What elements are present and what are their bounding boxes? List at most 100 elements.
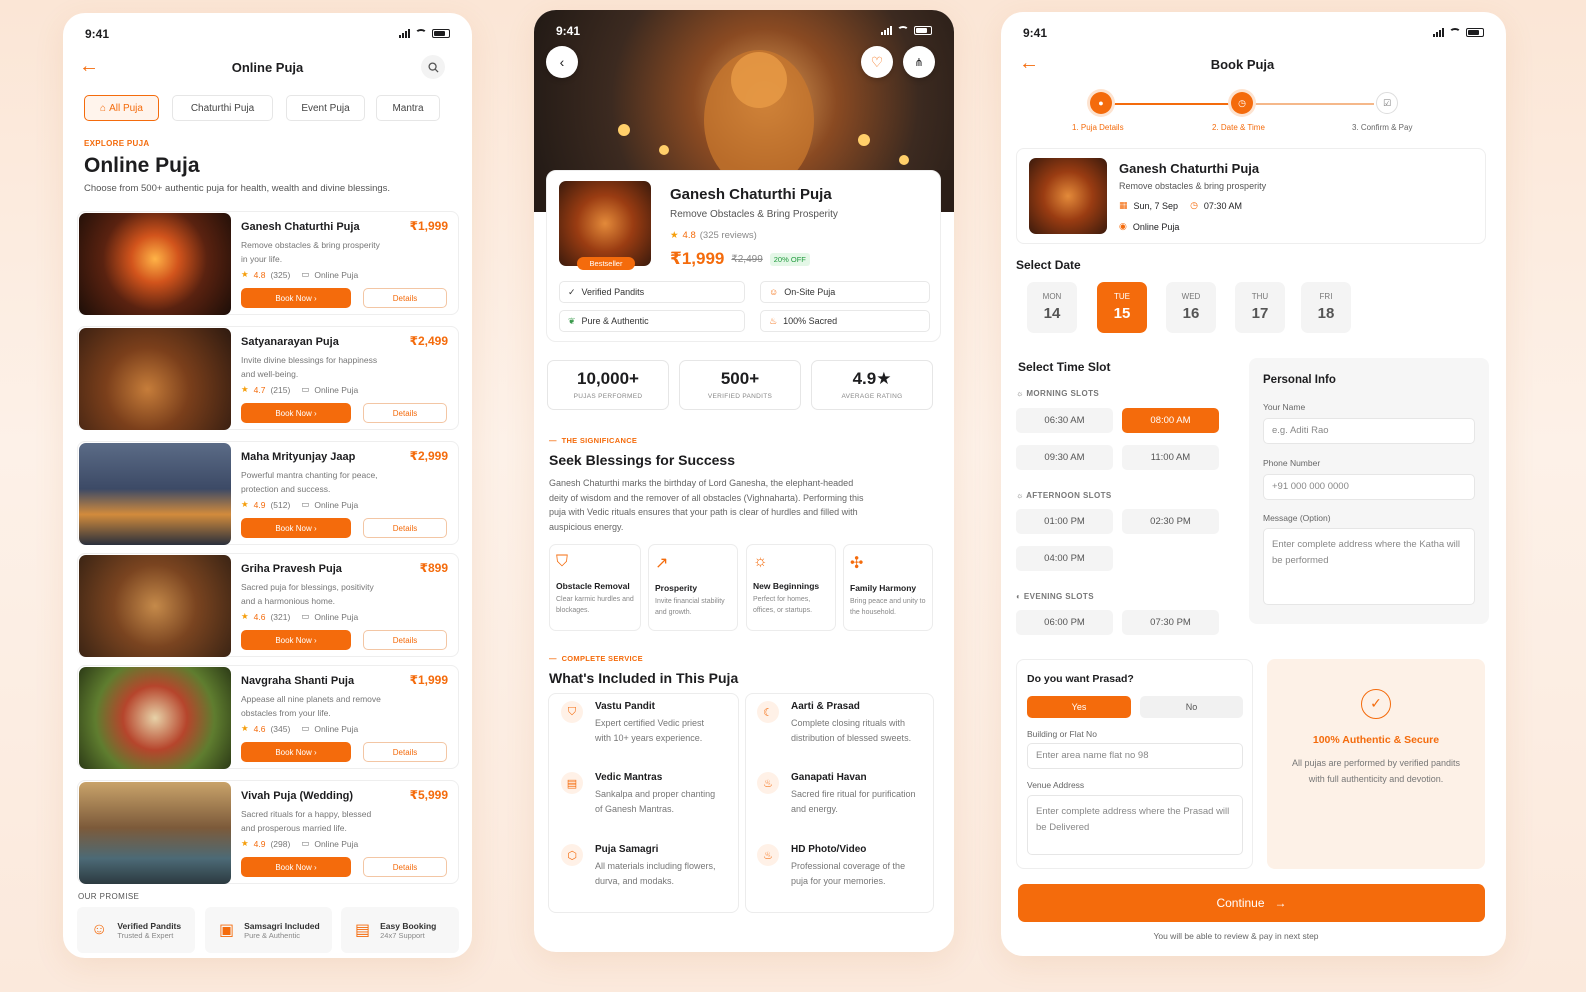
prasad-card: Do you want Prasad? Yes No Building or F… (1016, 659, 1253, 869)
puja-card[interactable]: Ganesh Chaturthi Puja ₹1,999 Remove obst… (77, 211, 459, 315)
service-tag: — COMPLETE SERVICE (549, 654, 643, 663)
puja-price: ₹1,999 (409, 219, 448, 233)
puja-name: Ganesh Chaturthi Puja (670, 186, 832, 203)
summary-thumbnail (1029, 158, 1107, 234)
video-icon: ▭ (301, 611, 310, 621)
book-now-button[interactable]: Book Now › (241, 857, 351, 877)
continue-button[interactable]: Continue → (1018, 884, 1485, 922)
date-option[interactable]: TUE 15 (1097, 282, 1147, 333)
puja-price: ₹2,499 (409, 334, 448, 348)
summary-card: Ganesh Chaturthi Puja Remove obstacles &… (1016, 148, 1486, 244)
step-2[interactable]: ◷ (1231, 92, 1253, 114)
tab-chaturthi-puja[interactable]: Chaturthi Puja (172, 95, 273, 121)
details-button[interactable]: Details (363, 518, 447, 538)
book-now-button[interactable]: Book Now › (241, 518, 351, 538)
puja-desc: Powerful mantra chanting for peace, prote… (241, 470, 378, 494)
old-price: ₹2,499 (731, 253, 763, 265)
puja-name: Satyanarayan Puja (241, 336, 339, 348)
details-button[interactable]: Details (363, 403, 447, 423)
puja-card[interactable]: Navgraha Shanti Puja ₹1,999 Appease all … (77, 665, 459, 769)
book-now-button[interactable]: Book Now › (241, 403, 351, 423)
details-button[interactable]: Details (363, 630, 447, 650)
signal-icon (1433, 28, 1444, 37)
tab-mantra[interactable]: Mantra (376, 95, 440, 121)
step-3[interactable]: ☑ (1376, 92, 1398, 114)
venue-input[interactable]: Enter complete address where the Prasad … (1027, 795, 1243, 855)
puja-meta: ★ 4.6 (345) ▭ Online Puja (241, 723, 359, 734)
lock-icon: ● (1098, 98, 1104, 108)
time-slot[interactable]: 02:30 PM (1122, 509, 1219, 534)
benefit-harmony: ✣ Family Harmony Bring peace and unity to … (843, 544, 933, 631)
included-title: Vastu Pandit (595, 701, 656, 712)
phone-input[interactable]: +91 000 000 0000 (1263, 474, 1475, 500)
leaf-icon: ❦ (568, 315, 576, 326)
included-desc: Sankalpa and proper chanting of Ganesh M… (595, 789, 716, 814)
video-icon: ▭ (301, 269, 310, 279)
name-input[interactable]: e.g. Aditi Rao (1263, 418, 1475, 444)
signal-icon (881, 26, 892, 35)
star-icon: ★ (241, 838, 249, 848)
step-1[interactable]: ● (1090, 92, 1112, 114)
pandit-icon: ☺ (91, 921, 108, 938)
shield-check-icon: ✓ (1361, 689, 1391, 719)
tag-onsite-puja: ☺ On-Site Puja (760, 281, 930, 303)
time-slot[interactable]: 11:00 AM (1122, 445, 1219, 470)
search-button[interactable] (421, 55, 445, 79)
building-input[interactable]: Enter area name flat no 98 (1027, 743, 1243, 769)
time-slot[interactable]: 06:30 AM (1016, 408, 1113, 433)
share-icon: ⋔ (914, 56, 924, 69)
benefit-obstacle: ⛉ Obstacle Removal Clear karmic hurdles an… (549, 544, 641, 631)
tab-event-puja[interactable]: Event Puja (286, 95, 365, 121)
favorite-button[interactable]: ♡ (861, 46, 893, 78)
personal-info-title: Personal Info (1263, 374, 1336, 386)
prasad-question: Do you want Prasad? (1027, 673, 1134, 685)
back-button[interactable]: ‹ (546, 46, 578, 78)
tab-all-puja[interactable]: ⌂ All Puja (84, 95, 159, 121)
included-title: Aarti & Prasad (791, 701, 860, 712)
date-option[interactable]: MON 14 (1027, 282, 1077, 333)
time-slot[interactable]: 01:00 PM (1016, 509, 1113, 534)
section-heading: Online Puja (84, 154, 200, 177)
share-button[interactable]: ⋔ (903, 46, 935, 78)
details-button[interactable]: Details (363, 742, 447, 762)
page-title: Book Puja (1210, 57, 1275, 72)
bestseller-badge: Bestseller (577, 257, 635, 270)
time-slot[interactable]: 07:30 PM (1122, 610, 1219, 635)
time-slot[interactable]: 08:00 AM (1122, 408, 1219, 433)
book-now-button[interactable]: Book Now › (241, 742, 351, 762)
included-desc: Complete closing rituals with distributi… (791, 718, 912, 743)
message-input[interactable]: Enter complete address where the Katha w… (1263, 528, 1475, 605)
details-button[interactable]: Details (363, 288, 447, 308)
prasad-yes-button[interactable]: Yes (1027, 696, 1131, 718)
video-icon: ▭ (301, 384, 310, 394)
book-now-button[interactable]: Book Now › (241, 630, 351, 650)
explore-label: EXPLORE PUJA (84, 139, 150, 148)
puja-image (79, 443, 231, 545)
puja-image (79, 555, 231, 657)
puja-detail-screen: 9:41 ‹ ♡ ⋔ Bestseller Ganesh Chaturthi P… (534, 10, 954, 952)
prasad-no-button[interactable]: No (1140, 696, 1243, 718)
puja-card[interactable]: Griha Pravesh Puja ₹899 Sacred puja for … (77, 553, 459, 657)
time-slot[interactable]: 09:30 AM (1016, 445, 1113, 470)
promise-samagri: ▣ Samsagri Included Pure & Authentic (205, 907, 332, 953)
video-icon: ▭ (301, 499, 310, 509)
checkbox-icon: ☑ (1382, 97, 1392, 108)
stepper-line-2 (1254, 103, 1374, 105)
puja-card[interactable]: Satyanarayan Puja ₹2,499 Invite divine b… (77, 326, 459, 430)
status-bar: 9:41 (1023, 26, 1484, 42)
date-option[interactable]: THU 17 (1235, 282, 1285, 333)
date-option[interactable]: FRI 18 (1301, 282, 1351, 333)
book-now-button[interactable]: Book Now › (241, 288, 351, 308)
included-desc: Professional coverage of the puja for yo… (791, 861, 906, 886)
date-option[interactable]: WED 16 (1166, 282, 1216, 333)
star-icon: ★ (241, 611, 249, 621)
puja-price: ₹5,999 (409, 788, 448, 802)
time-slot[interactable]: 06:00 PM (1016, 610, 1113, 635)
details-button[interactable]: Details (363, 857, 447, 877)
heart-icon: ♡ (870, 53, 884, 70)
status-bar: 9:41 (85, 27, 450, 43)
puja-card[interactable]: Vivah Puja (Wedding) ₹5,999 Sacred ritua… (77, 780, 459, 884)
battery-icon (432, 29, 450, 38)
puja-card[interactable]: Maha Mrityunjay Jaap ₹2,999 Powerful man… (77, 441, 459, 545)
time-slot[interactable]: 04:00 PM (1016, 546, 1113, 571)
